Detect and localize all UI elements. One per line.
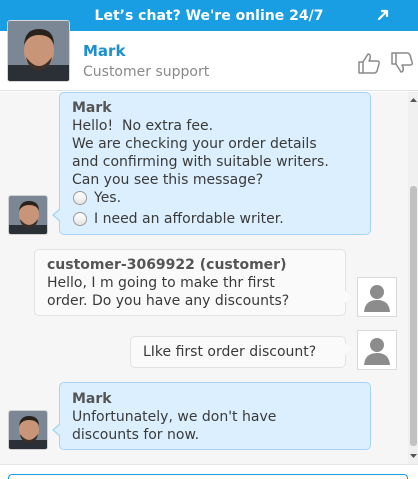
message-input-area — [0, 464, 418, 479]
agent-name: Mark — [83, 42, 126, 60]
option-yes[interactable]: Yes. — [72, 187, 358, 209]
message-sender: Mark — [72, 391, 112, 407]
user-avatar — [357, 330, 397, 370]
message-line: We are checking your order details — [72, 136, 317, 152]
message-sender: customer-3069922 (customer) — [47, 257, 287, 273]
agent-role: Customer support — [83, 64, 210, 80]
radio-button[interactable] — [73, 191, 87, 205]
scroll-down-icon[interactable] — [409, 452, 418, 460]
thumbs-down-icon[interactable] — [389, 51, 415, 75]
expand-arrow-icon[interactable] — [374, 6, 392, 24]
agent-message-avatar — [8, 195, 48, 235]
radio-button[interactable] — [73, 212, 87, 226]
agent-avatar — [7, 20, 70, 82]
message-line: Hello! No extra fee. — [72, 118, 214, 134]
agent-message-avatar — [8, 410, 48, 450]
option-affordable-writer[interactable]: I need an affordable writer. — [72, 208, 358, 230]
agent-message: Mark Unfortunately, we don't have discou… — [52, 382, 371, 450]
message-line: order. Do you have any discounts? — [47, 293, 290, 309]
user-message: LIke first order discount? — [130, 336, 352, 368]
user-silhouette-icon — [364, 285, 390, 312]
message-line: LIke first order discount? — [143, 344, 317, 360]
banner-title: Let’s chat? We're online 24/7 — [94, 7, 324, 24]
message-line: Unfortunately, we don't have — [72, 409, 277, 425]
option-label: I need an affordable writer. — [94, 211, 284, 227]
scrollbar-thumb[interactable] — [410, 186, 417, 446]
message-line: and confirming with suitable writers. — [72, 154, 329, 170]
agent-message: Mark Hello! No extra fee. We are checkin… — [52, 92, 371, 235]
message-line: discounts for now. — [72, 427, 200, 443]
message-sender: Mark — [72, 100, 112, 116]
option-label: Yes. — [94, 190, 122, 206]
thumbs-up-icon[interactable] — [356, 51, 382, 75]
user-avatar — [357, 277, 397, 317]
message-input[interactable] — [8, 474, 408, 479]
user-silhouette-icon — [364, 338, 390, 365]
message-line: Hello, I m going to make thr first — [47, 275, 275, 291]
scroll-up-icon[interactable] — [409, 96, 418, 104]
user-message: customer-3069922 (customer) Hello, I m g… — [34, 249, 352, 316]
